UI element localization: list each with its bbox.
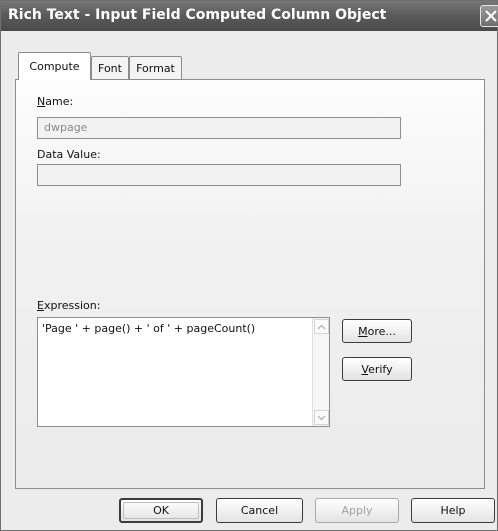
data-value-label: Data Value: xyxy=(37,148,101,161)
chevron-down-icon xyxy=(317,414,326,421)
expression-label-mnemonic: E xyxy=(37,299,44,312)
name-field[interactable]: dwpage xyxy=(37,117,401,139)
expression-scrollbar[interactable] xyxy=(312,318,329,426)
ok-button[interactable]: OK xyxy=(119,498,203,523)
window-title: Rich Text - Input Field Computed Column … xyxy=(8,7,387,23)
close-button[interactable] xyxy=(480,5,498,27)
scroll-up-button[interactable] xyxy=(314,319,329,334)
more-button[interactable]: More... xyxy=(342,319,412,343)
name-label: Name: xyxy=(37,95,73,108)
dialog-window: Rich Text - Input Field Computed Column … xyxy=(0,0,498,531)
compute-tab-panel xyxy=(15,79,485,489)
scroll-down-button[interactable] xyxy=(314,410,329,425)
verify-button[interactable]: Verify xyxy=(342,357,412,381)
data-value-field[interactable] xyxy=(37,164,401,186)
help-button[interactable]: Help xyxy=(411,498,495,523)
close-icon xyxy=(485,10,497,22)
more-button-label: More... xyxy=(358,325,396,338)
apply-button[interactable]: Apply xyxy=(315,498,399,523)
tab-font[interactable]: Font xyxy=(91,56,129,79)
name-field-value: dwpage xyxy=(44,121,88,134)
more-button-rest: ore... xyxy=(367,324,396,338)
tab-format-label: Format xyxy=(136,61,175,75)
expression-textarea[interactable]: 'Page ' + page() + ' of ' + pageCount() xyxy=(37,317,330,427)
name-label-mnemonic: N xyxy=(37,95,46,108)
tab-compute[interactable]: Compute xyxy=(18,52,91,80)
chevron-up-icon xyxy=(317,323,326,330)
help-button-label: Help xyxy=(440,504,466,517)
apply-button-label: Apply xyxy=(341,504,373,517)
tab-font-label: Font xyxy=(98,61,122,75)
more-button-mnemonic: M xyxy=(358,324,368,338)
ok-button-label: OK xyxy=(153,504,169,517)
expression-label: Expression: xyxy=(37,299,100,312)
expression-text: 'Page ' + page() + ' of ' + pageCount() xyxy=(42,322,256,335)
name-label-rest: ame: xyxy=(45,95,74,108)
tab-compute-label: Compute xyxy=(29,60,80,73)
expression-label-rest: xpression: xyxy=(43,299,101,312)
tab-format[interactable]: Format xyxy=(129,56,182,79)
cancel-button[interactable]: Cancel xyxy=(216,498,303,523)
verify-button-rest: erify xyxy=(368,362,393,376)
cancel-button-label: Cancel xyxy=(240,504,279,517)
title-bar[interactable]: Rich Text - Input Field Computed Column … xyxy=(1,1,498,31)
verify-button-label: Verify xyxy=(361,363,392,376)
